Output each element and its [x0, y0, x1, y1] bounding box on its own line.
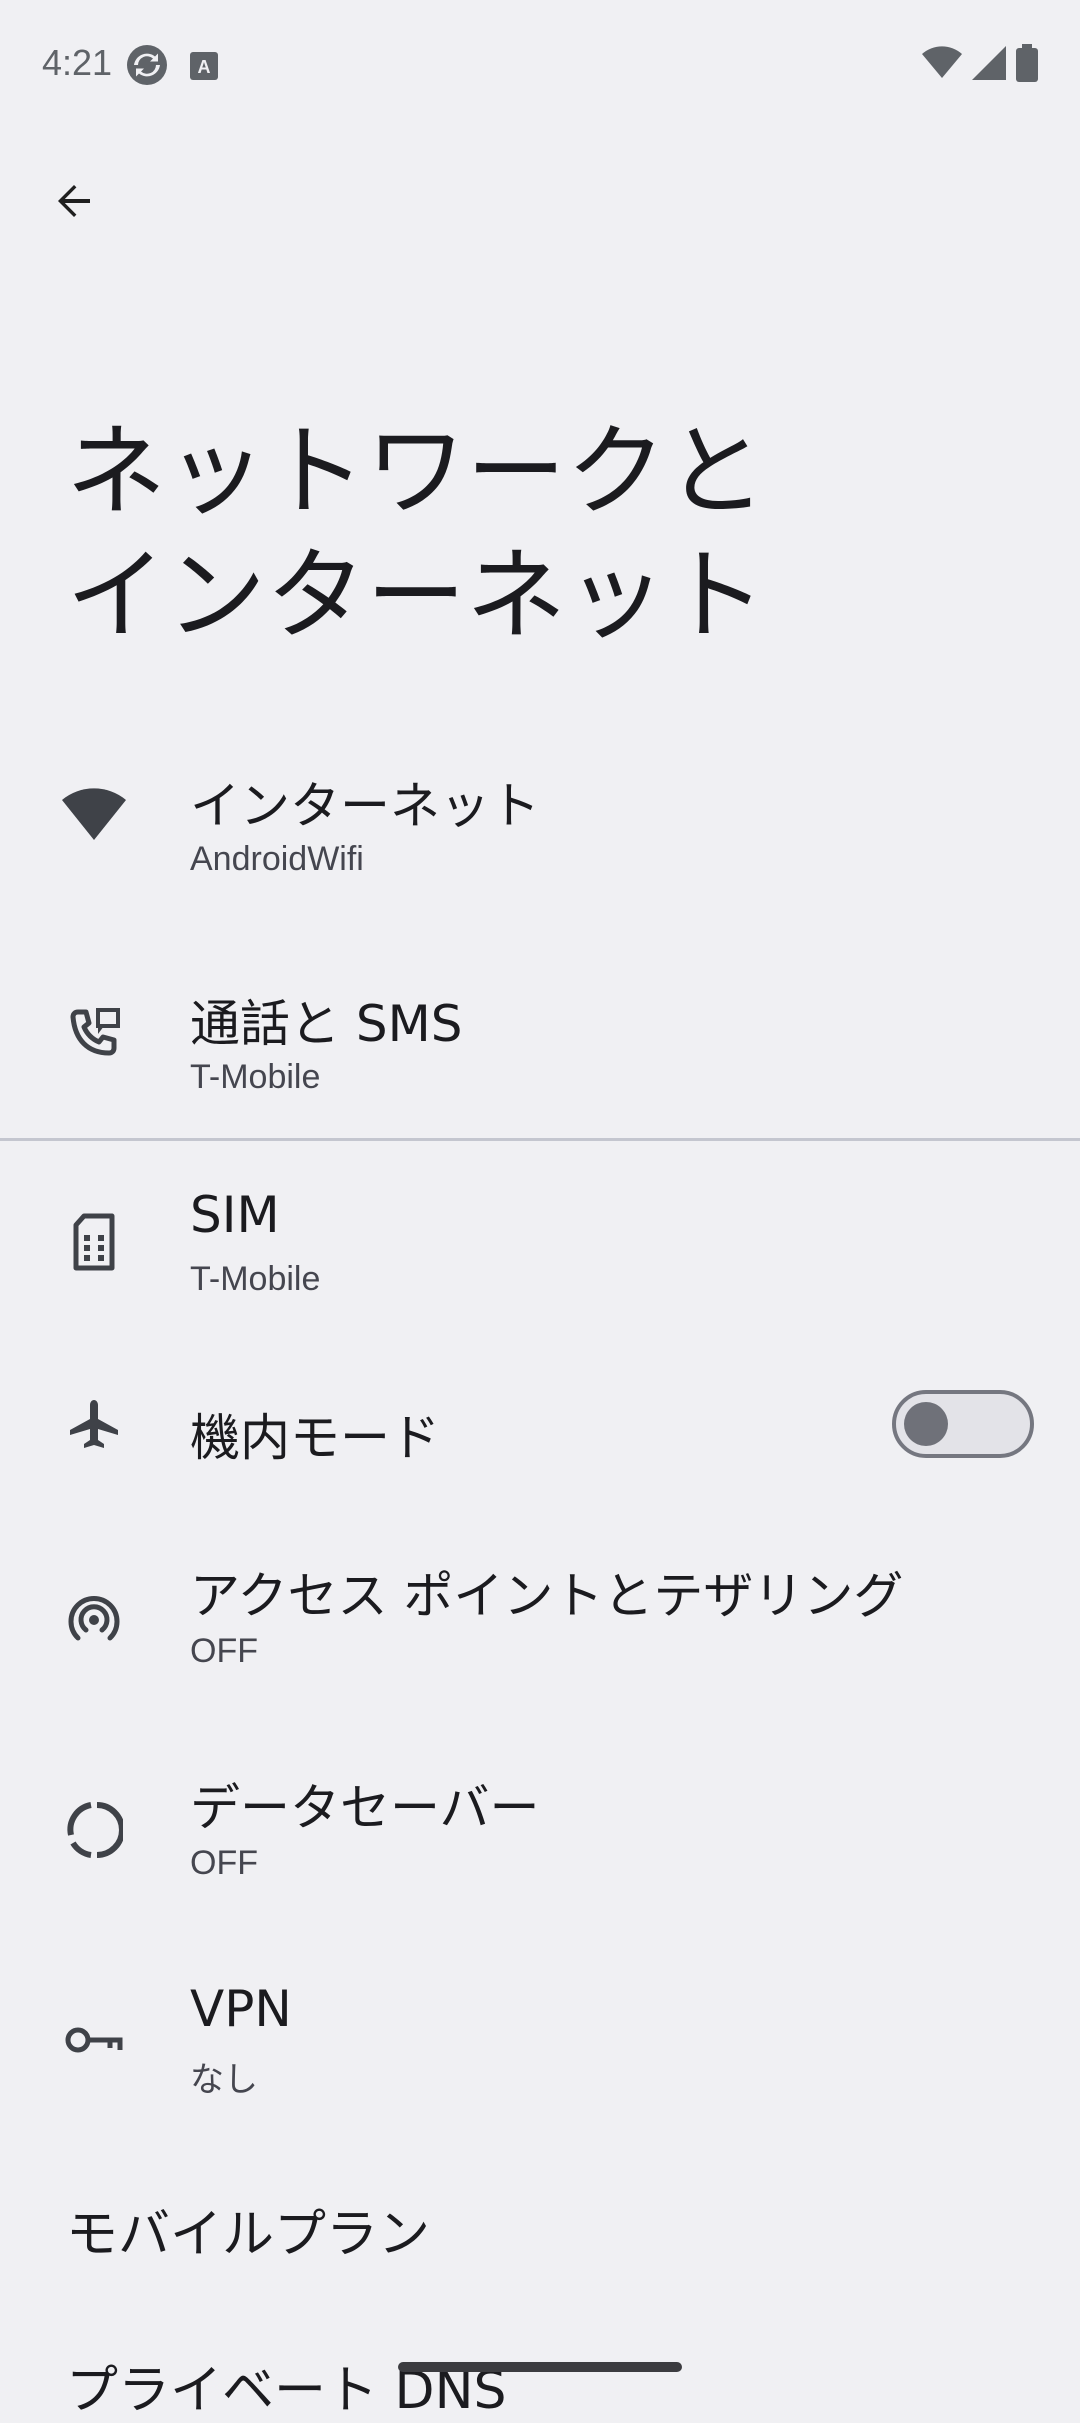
keyboard-a-icon: A [190, 52, 218, 84]
phone-sms-icon [60, 1000, 128, 1068]
battery-icon [1016, 44, 1038, 86]
data-saver-title: データセーバー [190, 1779, 540, 1837]
vpn-subtitle: なし [190, 2061, 258, 2099]
airplane-icon [60, 1392, 128, 1460]
data-saver-subtitle: OFF [190, 1844, 258, 1882]
status-bar: 4:21 A [0, 0, 1080, 132]
internet-item[interactable]: インターネット AndroidWifi [0, 740, 1080, 890]
wifi-icon [922, 46, 962, 84]
airplane-mode-item[interactable]: 機内モード [0, 1370, 1080, 1480]
data-saver-icon [60, 1796, 128, 1864]
vpn-key-icon [60, 2006, 128, 2074]
vpn-title: VPN [190, 1980, 292, 2038]
sim-card-icon [60, 1208, 128, 1276]
cell-signal-icon [972, 46, 1006, 84]
sync-icon [126, 44, 168, 90]
back-button[interactable] [36, 165, 112, 241]
calls-sms-item[interactable]: 通話と SMS T-Mobile [0, 960, 1080, 1110]
page-title: ネットワークと インターネット [66, 413, 766, 654]
internet-title: インターネット [190, 777, 540, 835]
hotspot-item[interactable]: アクセス ポイントとテザリング OFF [0, 1540, 1080, 1690]
sim-item[interactable]: SIM T-Mobile [0, 1170, 1080, 1320]
sim-title: SIM [190, 1186, 280, 1244]
mobile-plan-item[interactable]: モバイルプラン [66, 2192, 430, 2267]
airplane-mode-title: 機内モード [190, 1409, 440, 1467]
hotspot-title: アクセス ポイントとテザリング [190, 1567, 904, 1625]
wifi-icon [60, 780, 128, 848]
status-time: 4:21 [42, 42, 113, 83]
status-right-icons [922, 44, 1038, 86]
vpn-item[interactable]: VPN なし [0, 1966, 1080, 2116]
home-indicator[interactable] [398, 2362, 682, 2372]
hotspot-subtitle: OFF [190, 1632, 258, 1670]
private-dns-item[interactable]: プライベート DNS [66, 2348, 506, 2423]
internet-subtitle: AndroidWifi [190, 840, 364, 878]
hotspot-icon [60, 1584, 128, 1652]
svg-text:A: A [198, 57, 211, 77]
data-saver-item[interactable]: データセーバー OFF [0, 1752, 1080, 1902]
sim-subtitle: T-Mobile [190, 1260, 321, 1298]
calls-sms-subtitle: T-Mobile [190, 1058, 321, 1096]
divider [0, 1138, 1080, 1141]
calls-sms-title: 通話と SMS [190, 995, 463, 1053]
toggle-knob [904, 1402, 948, 1446]
airplane-mode-toggle[interactable] [892, 1390, 1034, 1458]
arrow-back-icon [50, 177, 98, 229]
